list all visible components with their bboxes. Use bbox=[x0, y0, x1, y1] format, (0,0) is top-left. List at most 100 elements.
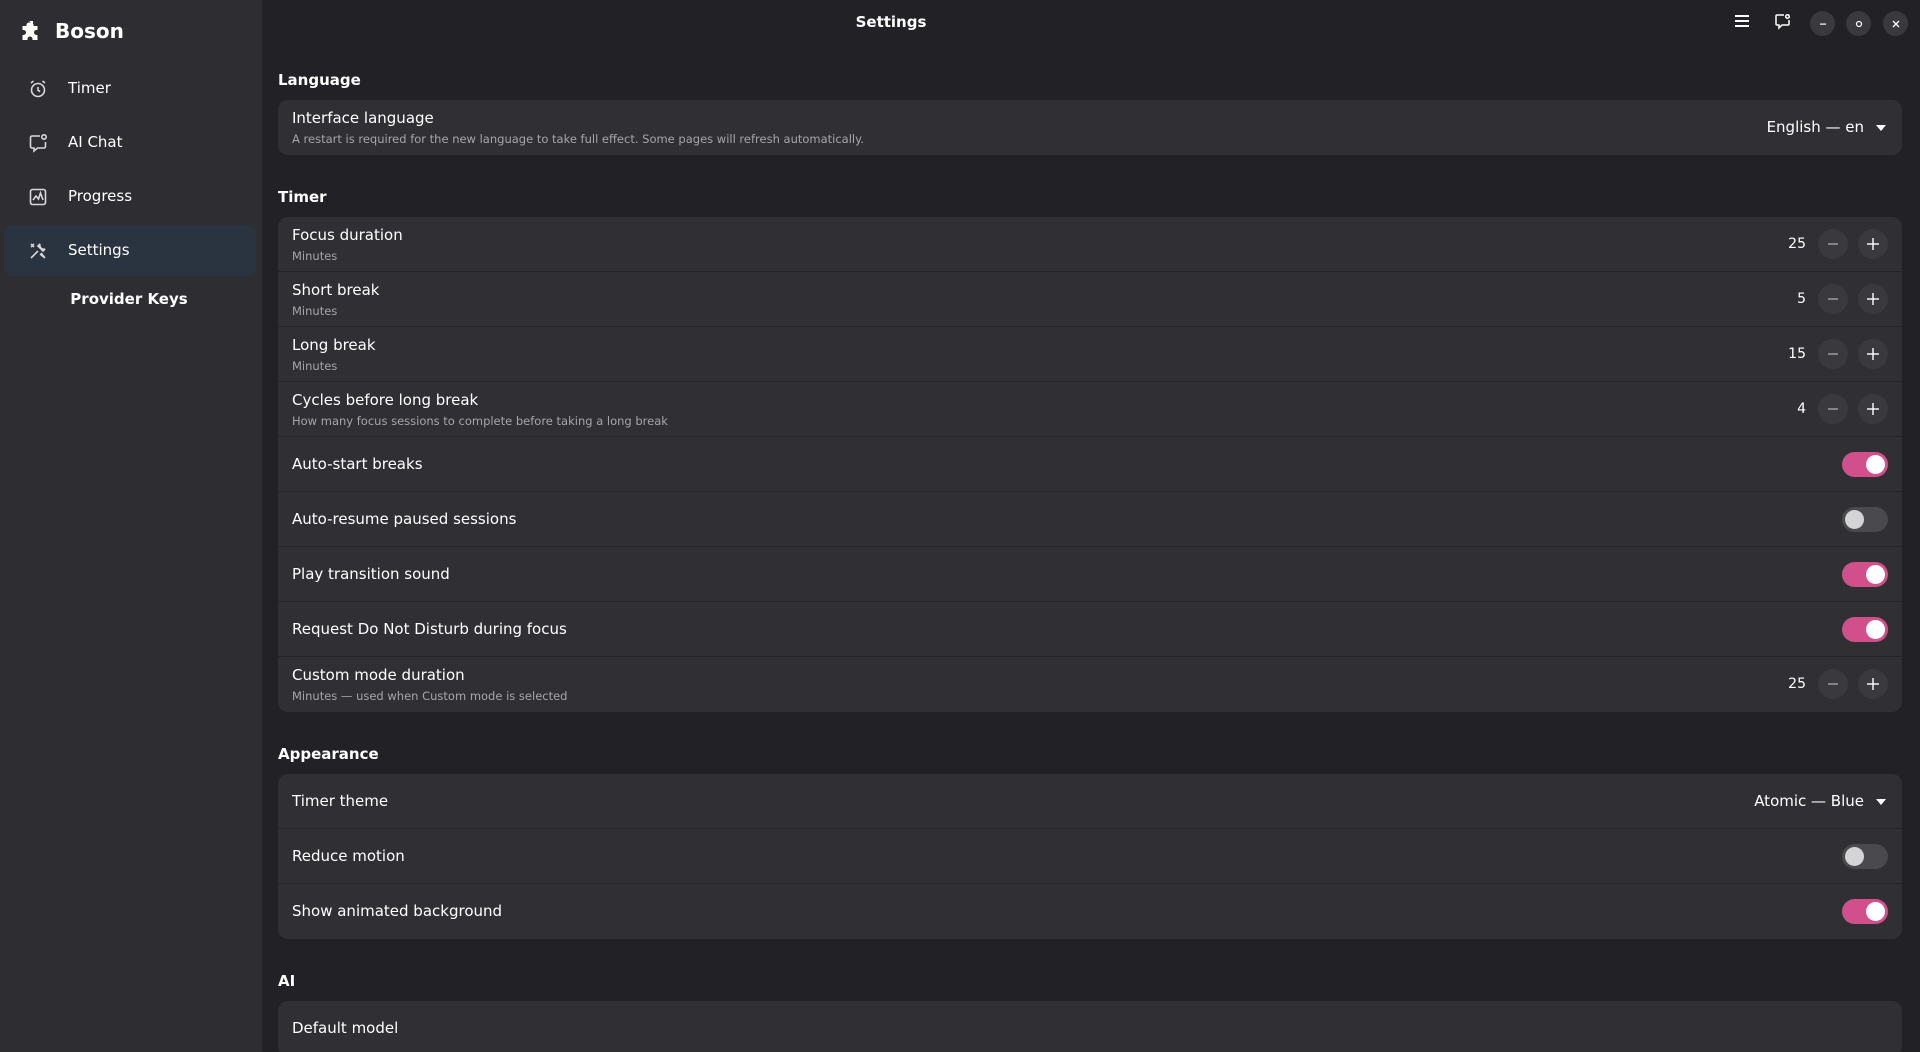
auto-resume-toggle[interactable] bbox=[1842, 507, 1888, 532]
row-subtitle: How many focus sessions to complete befo… bbox=[292, 414, 668, 428]
long-break-stepper: 15 bbox=[1766, 339, 1888, 369]
toggle-knob bbox=[1845, 847, 1864, 866]
row-title: Auto-resume paused sessions bbox=[292, 510, 517, 528]
minus-icon bbox=[1828, 353, 1838, 355]
stepper-value[interactable]: 4 bbox=[1766, 401, 1806, 417]
increment-button[interactable] bbox=[1858, 394, 1888, 424]
decrement-button[interactable] bbox=[1818, 229, 1848, 259]
auto-start-breaks-toggle[interactable] bbox=[1842, 452, 1888, 477]
default-model-row[interactable]: Default model bbox=[278, 1001, 1902, 1052]
close-icon bbox=[1891, 15, 1901, 33]
minus-icon bbox=[1828, 298, 1838, 300]
interface-language-dropdown[interactable]: English — en bbox=[1767, 100, 1886, 155]
row-title: Play transition sound bbox=[292, 565, 450, 583]
focus-duration-stepper: 25 bbox=[1766, 229, 1888, 259]
toggle-knob bbox=[1845, 510, 1864, 529]
maximize-button[interactable] bbox=[1846, 11, 1871, 36]
sidebar-item-timer[interactable]: Timer bbox=[5, 63, 256, 114]
increment-button[interactable] bbox=[1858, 229, 1888, 259]
row-title: Show animated background bbox=[292, 902, 503, 920]
settings-content: Language Interface language A restart is… bbox=[278, 60, 1902, 1052]
stepper-value[interactable]: 25 bbox=[1766, 236, 1806, 252]
minimize-button[interactable] bbox=[1810, 11, 1835, 36]
section-title-timer: Timer bbox=[278, 188, 327, 206]
row-subtitle: Minutes bbox=[292, 359, 338, 373]
sidebar-nav: Timer AI Chat Progress Settings bbox=[0, 63, 262, 279]
increment-button[interactable] bbox=[1858, 669, 1888, 699]
language-card: Interface language A restart is required… bbox=[278, 100, 1902, 155]
sidebar-item-label: Timer bbox=[68, 79, 111, 97]
sidebar-item-label: Progress bbox=[68, 187, 133, 205]
sidebar-item-settings[interactable]: Settings bbox=[5, 225, 256, 276]
reduce-motion-toggle[interactable] bbox=[1842, 844, 1888, 869]
row-title: Focus duration bbox=[292, 226, 403, 244]
section-title-language: Language bbox=[278, 71, 361, 89]
play-sound-row: Play transition sound bbox=[278, 547, 1902, 602]
sidebar-item-provider-keys[interactable]: Provider Keys bbox=[0, 290, 258, 308]
increment-button[interactable] bbox=[1858, 284, 1888, 314]
section-title-ai: AI bbox=[278, 972, 296, 990]
increment-button[interactable] bbox=[1858, 339, 1888, 369]
short-break-stepper: 5 bbox=[1766, 284, 1888, 314]
timer-theme-dropdown[interactable]: Atomic — Blue bbox=[1754, 774, 1886, 829]
appearance-card: Timer theme Atomic — Blue Reduce motion … bbox=[278, 774, 1902, 939]
cycles-row: Cycles before long break How many focus … bbox=[278, 382, 1902, 437]
dropdown-value: English — en bbox=[1766, 118, 1864, 136]
app-name: Boson bbox=[55, 19, 124, 43]
section-title-appearance: Appearance bbox=[278, 745, 379, 763]
row-title: Short break bbox=[292, 281, 380, 299]
stepper-value[interactable]: 15 bbox=[1766, 346, 1806, 362]
row-title: Default model bbox=[292, 1019, 399, 1037]
hamburger-menu-icon bbox=[1734, 14, 1750, 32]
sidebar: Boson Timer AI Chat Progress Settings Pr… bbox=[0, 0, 262, 1052]
sidebar-item-label: Settings bbox=[68, 241, 130, 259]
row-title: Request Do Not Disturb during focus bbox=[292, 620, 567, 638]
animated-bg-toggle[interactable] bbox=[1842, 899, 1888, 924]
minus-icon bbox=[1828, 683, 1838, 685]
cycles-stepper: 4 bbox=[1766, 394, 1888, 424]
caret-down-icon bbox=[1876, 124, 1886, 131]
play-sound-toggle[interactable] bbox=[1842, 562, 1888, 587]
long-break-row: Long break Minutes 15 bbox=[278, 327, 1902, 382]
row-title: Long break bbox=[292, 336, 376, 354]
row-subtitle: Minutes bbox=[292, 304, 338, 318]
decrement-button[interactable] bbox=[1818, 394, 1848, 424]
page-title-text: Settings bbox=[855, 13, 927, 31]
chat-bubble-icon bbox=[27, 132, 49, 154]
restore-icon bbox=[1854, 15, 1864, 33]
row-subtitle: A restart is required for the new langua… bbox=[292, 132, 864, 146]
close-button[interactable] bbox=[1883, 11, 1908, 36]
toggle-knob bbox=[1866, 565, 1885, 584]
interface-language-row: Interface language A restart is required… bbox=[278, 100, 1902, 155]
dnd-toggle[interactable] bbox=[1842, 617, 1888, 642]
row-subtitle: Minutes bbox=[292, 249, 338, 263]
row-title: Auto-start breaks bbox=[292, 455, 423, 473]
menu-button[interactable] bbox=[1729, 10, 1755, 36]
decrement-button[interactable] bbox=[1818, 669, 1848, 699]
dropdown-value: Atomic — Blue bbox=[1754, 792, 1864, 810]
plus-icon bbox=[1867, 348, 1879, 360]
puzzle-logo-icon bbox=[19, 19, 43, 43]
sidebar-item-label: AI Chat bbox=[68, 133, 123, 151]
decrement-button[interactable] bbox=[1818, 339, 1848, 369]
feedback-icon bbox=[1774, 13, 1791, 34]
plus-icon bbox=[1867, 238, 1879, 250]
brand: Boson bbox=[0, 0, 262, 62]
minus-icon bbox=[1828, 243, 1838, 245]
sidebar-item-progress[interactable]: Progress bbox=[5, 171, 256, 222]
row-subtitle: Minutes — used when Custom mode is selec… bbox=[292, 689, 568, 703]
sidebar-item-ai-chat[interactable]: AI Chat bbox=[5, 117, 256, 168]
plus-icon bbox=[1867, 678, 1879, 690]
custom-duration-row: Custom mode duration Minutes — used when… bbox=[278, 657, 1902, 712]
row-title: Interface language bbox=[292, 109, 434, 127]
custom-duration-stepper: 25 bbox=[1766, 669, 1888, 699]
row-title: Cycles before long break bbox=[292, 391, 479, 409]
stepper-value[interactable]: 5 bbox=[1766, 291, 1806, 307]
stepper-value[interactable]: 25 bbox=[1766, 676, 1806, 692]
focus-duration-row: Focus duration Minutes 25 bbox=[278, 217, 1902, 272]
minus-icon bbox=[1828, 408, 1838, 410]
feedback-button[interactable] bbox=[1769, 10, 1795, 36]
decrement-button[interactable] bbox=[1818, 284, 1848, 314]
auto-resume-row: Auto-resume paused sessions bbox=[278, 492, 1902, 547]
plus-icon bbox=[1867, 293, 1879, 305]
